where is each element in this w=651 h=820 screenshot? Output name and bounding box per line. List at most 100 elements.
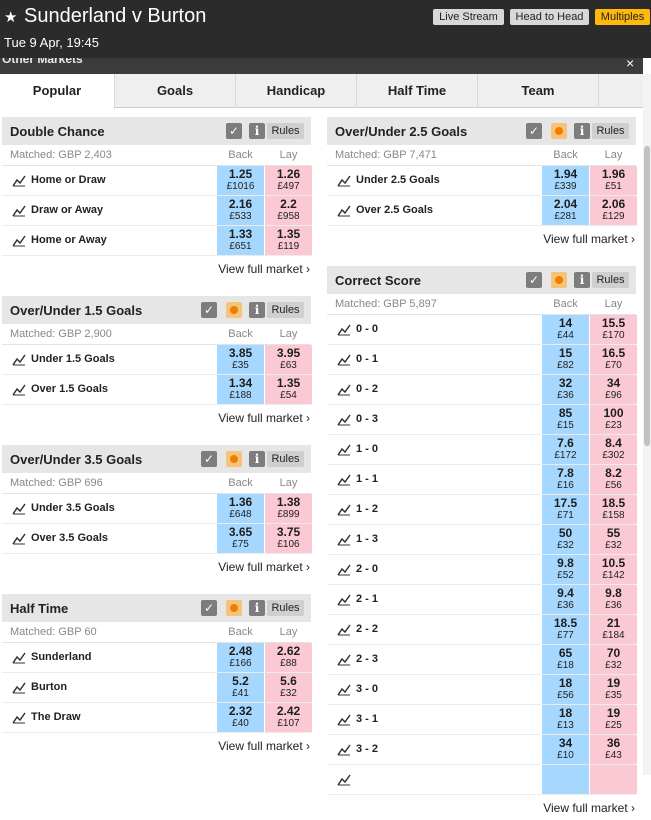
- chart-icon[interactable]: [12, 204, 26, 217]
- scrollbar-thumb[interactable]: [644, 146, 650, 446]
- live-icon[interactable]: [551, 272, 567, 288]
- lay-price-button[interactable]: 3.75 £106: [265, 524, 312, 553]
- back-price-button[interactable]: 9.8 £52: [542, 555, 589, 584]
- back-price-button[interactable]: 15 £82: [542, 345, 589, 374]
- chart-icon[interactable]: [337, 683, 351, 696]
- tab-goals[interactable]: Goals: [115, 74, 236, 108]
- rules-button[interactable]: Rules: [592, 272, 629, 288]
- tab-half-time[interactable]: Half Time: [357, 74, 478, 108]
- rules-button[interactable]: Rules: [267, 123, 304, 139]
- rules-button[interactable]: Rules: [267, 451, 304, 467]
- chart-icon[interactable]: [337, 563, 351, 576]
- chart-icon[interactable]: [337, 713, 351, 726]
- chart-icon[interactable]: [337, 204, 351, 217]
- back-price-button[interactable]: 2.48 £166: [217, 643, 264, 672]
- lay-price-button[interactable]: 34 £96: [590, 375, 637, 404]
- lay-price-button[interactable]: 2.62 £88: [265, 643, 312, 672]
- check-icon[interactable]: ✓: [201, 302, 217, 318]
- lay-price-button[interactable]: 2.42 £107: [265, 703, 312, 732]
- lay-price-button[interactable]: 1.35 £119: [265, 226, 312, 255]
- lay-price-button[interactable]: 1.35 £54: [265, 375, 312, 404]
- chart-icon[interactable]: [12, 651, 26, 664]
- live-icon[interactable]: [226, 451, 242, 467]
- check-icon[interactable]: ✓: [201, 600, 217, 616]
- check-icon[interactable]: ✓: [201, 451, 217, 467]
- back-price-button[interactable]: 2.32 £40: [217, 703, 264, 732]
- chart-icon[interactable]: [337, 473, 351, 486]
- info-icon[interactable]: i: [249, 451, 265, 467]
- view-full-market-link[interactable]: View full market ›: [218, 560, 310, 574]
- tab-popular[interactable]: Popular: [0, 74, 115, 109]
- lay-price-button[interactable]: 70 £32: [590, 645, 637, 674]
- chart-icon[interactable]: [337, 593, 351, 606]
- live-icon[interactable]: [226, 600, 242, 616]
- lay-price-button[interactable]: 16.5 £70: [590, 345, 637, 374]
- back-price-button[interactable]: 50 £32: [542, 525, 589, 554]
- chart-icon[interactable]: [12, 353, 26, 366]
- back-price-button[interactable]: 2.04 £281: [542, 196, 589, 225]
- chart-icon[interactable]: [12, 234, 26, 247]
- lay-price-button[interactable]: 19 £25: [590, 705, 637, 734]
- chart-icon[interactable]: [12, 502, 26, 515]
- view-full-market-link[interactable]: View full market ›: [218, 411, 310, 425]
- multiples-button[interactable]: Multiples: [595, 9, 650, 25]
- live-icon[interactable]: [226, 302, 242, 318]
- tab-team[interactable]: Team: [478, 74, 599, 108]
- view-full-market-link[interactable]: View full market ›: [543, 232, 635, 246]
- scrollbar[interactable]: [643, 74, 651, 775]
- lay-price-button[interactable]: 1.96 £51: [590, 166, 637, 195]
- chart-icon[interactable]: [337, 174, 351, 187]
- back-price-button[interactable]: 1.33 £651: [217, 226, 264, 255]
- back-price-button[interactable]: 85 £15: [542, 405, 589, 434]
- rules-button[interactable]: Rules: [267, 600, 304, 616]
- info-icon[interactable]: i: [574, 272, 590, 288]
- chart-icon[interactable]: [12, 174, 26, 187]
- lay-price-button[interactable]: 19 £35: [590, 675, 637, 704]
- rules-button[interactable]: Rules: [267, 302, 304, 318]
- lay-price-button[interactable]: 1.38 £899: [265, 494, 312, 523]
- back-price-button[interactable]: 2.16 £533: [217, 196, 264, 225]
- back-price-button[interactable]: 32 £36: [542, 375, 589, 404]
- chart-icon[interactable]: [337, 353, 351, 366]
- back-price-button[interactable]: 65 £18: [542, 645, 589, 674]
- back-price-button[interactable]: 34 £10: [542, 735, 589, 764]
- lay-price-button[interactable]: 1.26 £497: [265, 166, 312, 195]
- lay-price-button[interactable]: 2.06 £129: [590, 196, 637, 225]
- lay-price-button[interactable]: 5.6 £32: [265, 673, 312, 702]
- chart-icon[interactable]: [12, 711, 26, 724]
- back-price-button[interactable]: 17.5 £71: [542, 495, 589, 524]
- info-icon[interactable]: i: [574, 123, 590, 139]
- lay-price-button[interactable]: 21 £184: [590, 615, 637, 644]
- info-icon[interactable]: i: [249, 123, 265, 139]
- info-icon[interactable]: i: [249, 600, 265, 616]
- lay-price-button[interactable]: 9.8 £36: [590, 585, 637, 614]
- back-price-button[interactable]: 3.85 £35: [217, 345, 264, 374]
- info-icon[interactable]: i: [249, 302, 265, 318]
- back-price-button[interactable]: 1.36 £648: [217, 494, 264, 523]
- chart-icon[interactable]: [337, 383, 351, 396]
- lay-price-button[interactable]: 8.4 £302: [590, 435, 637, 464]
- back-price-button[interactable]: 9.4 £36: [542, 585, 589, 614]
- chart-icon[interactable]: [337, 503, 351, 516]
- back-price-button[interactable]: 3.65 £75: [217, 524, 264, 553]
- back-price-button[interactable]: 18 £56: [542, 675, 589, 704]
- view-full-market-link[interactable]: View full market ›: [543, 801, 635, 815]
- back-price-button[interactable]: 7.8 £16: [542, 465, 589, 494]
- lay-price-button[interactable]: 3.95 £63: [265, 345, 312, 374]
- chart-icon[interactable]: [337, 533, 351, 546]
- check-icon[interactable]: ✓: [526, 123, 542, 139]
- lay-price-button[interactable]: 2.2 £958: [265, 196, 312, 225]
- chart-icon[interactable]: [337, 323, 351, 336]
- lay-price-button[interactable]: 55 £32: [590, 525, 637, 554]
- chart-icon[interactable]: [12, 383, 26, 396]
- back-price-button[interactable]: 18.5 £77: [542, 615, 589, 644]
- chart-icon[interactable]: [337, 443, 351, 456]
- back-price-button[interactable]: 18 £13: [542, 705, 589, 734]
- back-price-button[interactable]: 5.2 £41: [217, 673, 264, 702]
- head-to-head-button[interactable]: Head to Head: [510, 9, 589, 25]
- lay-price-button[interactable]: 15.5 £170: [590, 315, 637, 344]
- view-full-market-link[interactable]: View full market ›: [218, 262, 310, 276]
- live-stream-button[interactable]: Live Stream: [433, 9, 504, 25]
- favourite-star-icon[interactable]: ★: [4, 8, 17, 26]
- live-icon[interactable]: [551, 123, 567, 139]
